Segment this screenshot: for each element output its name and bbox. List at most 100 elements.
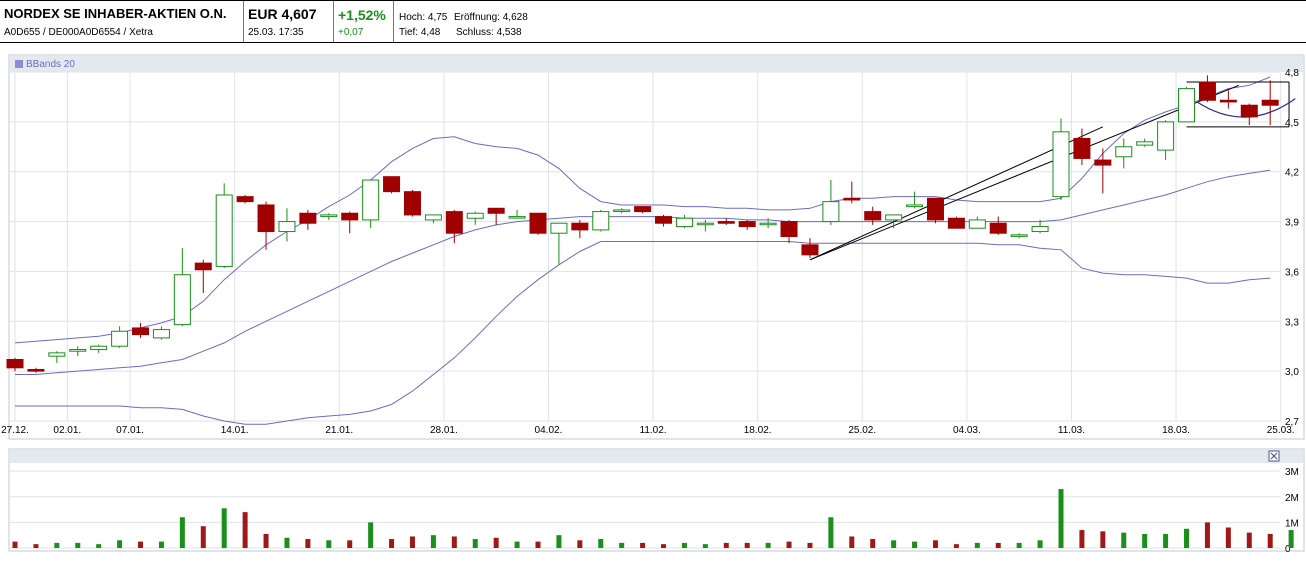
candle-body xyxy=(1031,226,1049,233)
price-x-tick: 28.01. xyxy=(430,425,458,436)
volume-bar xyxy=(200,526,206,548)
volume-bar xyxy=(514,541,520,548)
candle-body xyxy=(1178,88,1196,123)
candle-body xyxy=(320,214,338,218)
details-cell: Hoch: 4,75 Eröffnung: 4,628 Tief: 4,48 S… xyxy=(394,1,1306,42)
volume-bar xyxy=(33,544,39,548)
candle-body xyxy=(1261,99,1279,106)
volume-bar xyxy=(179,517,185,548)
price-panel xyxy=(8,54,1305,440)
price-x-tick: 25.03. xyxy=(1267,425,1295,436)
price-cell: EUR 4,607 25.03. 17:35 xyxy=(244,1,334,42)
volume-bar xyxy=(535,541,541,548)
candle-body xyxy=(424,214,442,221)
price-x-tick: 18.03. xyxy=(1162,425,1190,436)
candle-body xyxy=(215,194,233,267)
candle-body xyxy=(717,221,735,224)
candle-body xyxy=(487,207,505,214)
change-cell: +1,52% +0,07 xyxy=(334,1,394,42)
volume-bar xyxy=(368,522,374,548)
candle-body xyxy=(445,211,463,234)
price-x-tick: 07.01. xyxy=(116,425,144,436)
volume-bar xyxy=(702,544,708,548)
price-x-tick: 11.02. xyxy=(640,425,667,436)
volume-bar xyxy=(1288,530,1294,548)
candle-body xyxy=(696,222,714,226)
change-percent: +1,52% xyxy=(338,7,386,23)
candle xyxy=(926,197,944,224)
volume-bar xyxy=(744,542,750,548)
volume-bar xyxy=(12,541,18,548)
volume-bar xyxy=(54,542,60,548)
legend-bbands: BBands 20 xyxy=(26,59,75,70)
volume-bar xyxy=(96,544,102,548)
candle-body xyxy=(738,221,756,228)
candle-body xyxy=(6,359,24,369)
volume-bar xyxy=(1246,532,1252,548)
candle-body xyxy=(675,217,693,228)
volume-bar xyxy=(661,544,667,548)
close-value: Schluss: 4,538 xyxy=(456,27,522,38)
candle xyxy=(947,216,965,229)
candle-body xyxy=(906,204,924,208)
price-x-tick: 14.01. xyxy=(221,425,249,436)
candle xyxy=(215,183,233,269)
volume-bar xyxy=(1016,542,1022,548)
price-x-tick: 04.03. xyxy=(953,425,981,436)
volume-bar xyxy=(619,542,625,548)
volume-bar xyxy=(640,542,646,548)
candle-body xyxy=(341,212,359,221)
candle-body xyxy=(48,352,66,357)
candle-body xyxy=(403,191,421,216)
volume-y-tick: 3M xyxy=(1285,467,1299,478)
volume-bar xyxy=(1058,489,1064,548)
candle-body xyxy=(111,330,129,347)
candle-body xyxy=(571,222,589,231)
candle-body xyxy=(236,196,254,203)
candle-body xyxy=(780,221,798,238)
low-value: Tief: 4,48 xyxy=(399,27,441,38)
candle-body xyxy=(132,327,150,336)
candle-body xyxy=(173,274,191,326)
volume-bar xyxy=(807,542,813,548)
volume-bar xyxy=(305,539,311,548)
volume-y-tick: 2M xyxy=(1285,493,1299,504)
price-x-tick: 02.01. xyxy=(53,425,81,436)
candle-body xyxy=(529,212,547,234)
candle xyxy=(403,189,421,217)
candle-body xyxy=(1115,146,1133,158)
price-x-tick: 04.02. xyxy=(535,425,563,436)
volume-bar xyxy=(912,541,918,548)
volume-bar xyxy=(870,539,876,548)
close-icon[interactable] xyxy=(1268,450,1280,462)
candle-body xyxy=(864,211,882,221)
candle-body xyxy=(801,244,819,256)
volume-bar xyxy=(221,508,227,548)
candle-body xyxy=(27,368,45,372)
price-x-tick: 18.02. xyxy=(744,425,772,436)
price-x-tick: 25.02. xyxy=(848,425,876,436)
candle-body xyxy=(759,222,777,226)
volume-bar xyxy=(1163,533,1169,548)
candle-body xyxy=(1010,234,1028,237)
candle-body xyxy=(194,262,212,271)
volume-bar xyxy=(158,541,164,548)
volume-bar xyxy=(849,536,855,548)
price-x-tick: 11.03. xyxy=(1058,425,1085,436)
volume-panel-header xyxy=(10,450,1303,463)
candle-body xyxy=(989,222,1007,234)
price-y-tick: 3,9 xyxy=(1285,218,1299,229)
volume-bar xyxy=(681,542,687,548)
volume-bar xyxy=(389,539,395,548)
candle-body xyxy=(278,221,296,233)
volume-bar xyxy=(284,537,290,548)
price-panel-header xyxy=(10,56,1303,72)
price-datetime: 25.03. 17:35 xyxy=(248,27,304,38)
candle-body xyxy=(613,209,631,212)
volume-bar xyxy=(117,540,123,548)
candle-body xyxy=(634,206,652,213)
chart-area: BBands 20 4,84,54,23,93,63,33,02,7 27.12… xyxy=(1,54,1305,555)
volume-bar xyxy=(1267,533,1273,548)
volume-bar xyxy=(765,542,771,548)
candle-body xyxy=(69,349,87,352)
